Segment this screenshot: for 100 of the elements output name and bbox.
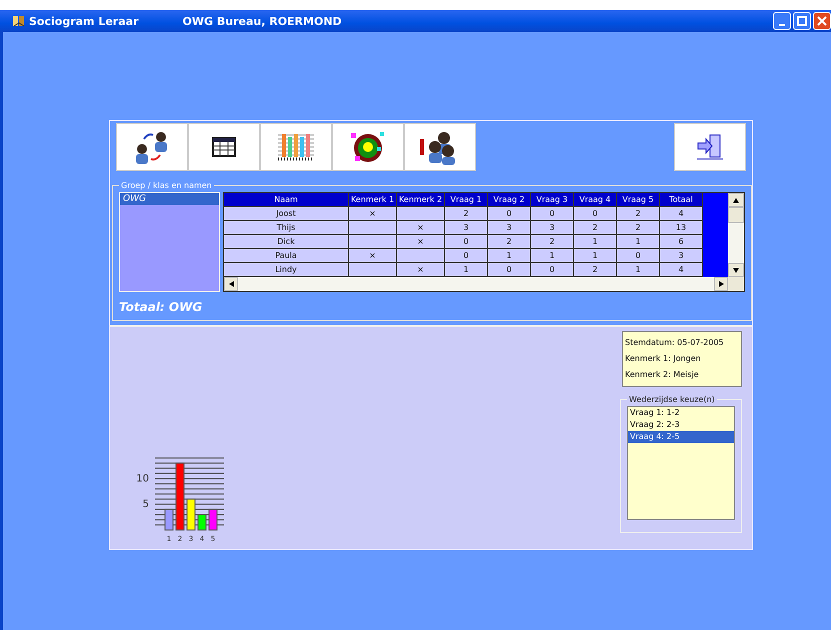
table-cell: 0 <box>574 207 617 221</box>
table-cell: 0 <box>445 249 488 263</box>
scrollbar-corner <box>728 277 744 291</box>
toolbar-button[interactable] <box>116 123 188 171</box>
table-cell: 1 <box>617 235 660 249</box>
bar-chart-icon <box>278 131 314 163</box>
table-icon <box>212 137 236 157</box>
table-cell: 0 <box>617 249 660 263</box>
table-cell: 1 <box>617 263 660 277</box>
mutual-list[interactable]: Vraag 1: 1-2 Vraag 2: 2-3 Vraag 4: 2-5 <box>627 406 735 520</box>
axis-label: 5 <box>142 499 149 510</box>
column-header[interactable]: Totaal <box>660 193 703 207</box>
table-cell: 2 <box>574 263 617 277</box>
table-cell: 0 <box>531 207 574 221</box>
table-cell: × <box>397 221 445 235</box>
table-cell: × <box>349 249 397 263</box>
bar <box>176 462 184 530</box>
down-arrow-icon <box>733 268 739 272</box>
table-cell: 2 <box>445 207 488 221</box>
toolbar-button[interactable] <box>404 123 476 171</box>
column-header[interactable]: Vraag 5 <box>617 193 660 207</box>
table-cell: 3 <box>488 221 531 235</box>
axis-label: 10 <box>136 473 149 484</box>
target-icon <box>350 130 386 164</box>
table-cell: 1 <box>531 249 574 263</box>
toolbar-button[interactable] <box>188 123 260 171</box>
mutual-item[interactable]: Vraag 4: 2-5 <box>628 431 734 443</box>
bar <box>186 498 196 530</box>
table-cell: 1 <box>488 249 531 263</box>
table-cell: 0 <box>488 207 531 221</box>
app-icon <box>12 14 26 28</box>
close-button[interactable] <box>813 12 831 30</box>
group-legend: Groep / klas en namen <box>119 181 214 190</box>
table-cell: × <box>349 207 397 221</box>
table-cell: 0 <box>488 263 531 277</box>
class-list[interactable]: OWG <box>119 192 220 292</box>
info-line: Stemdatum: 05-07-2005 <box>625 337 725 349</box>
group-total: Totaal: OWG <box>119 300 204 314</box>
table-cell: 3 <box>660 249 703 263</box>
column-header[interactable]: Vraag 3 <box>531 193 574 207</box>
table-cell: 13 <box>660 221 703 235</box>
vertical-scrollbar[interactable] <box>728 193 744 291</box>
toolbar-button[interactable] <box>332 123 404 171</box>
class-item[interactable]: OWG <box>120 193 219 205</box>
table-cell: × <box>397 263 445 277</box>
table-cell: 2 <box>488 235 531 249</box>
table-cell: 4 <box>660 263 703 277</box>
table-cell: 2 <box>617 221 660 235</box>
column-header[interactable]: Naam <box>224 193 349 207</box>
close-icon <box>817 16 827 26</box>
exit-button[interactable] <box>674 123 746 171</box>
table-cell: 0 <box>445 235 488 249</box>
mutual-item[interactable]: Vraag 2: 2-3 <box>628 419 734 431</box>
column-header[interactable]: Vraag 1 <box>445 193 488 207</box>
table-cell: 6 <box>660 235 703 249</box>
door-exit-icon <box>695 132 725 162</box>
table-cell: 1 <box>445 263 488 277</box>
table-cell <box>349 221 397 235</box>
column-header[interactable]: Kenmerk 1 <box>349 193 397 207</box>
scroll-thumb[interactable] <box>728 207 744 223</box>
table-cell: 3 <box>531 221 574 235</box>
table-cell: Thijs <box>224 221 349 235</box>
table-cell: Lindy <box>224 263 349 277</box>
table-cell: 2 <box>531 235 574 249</box>
horizontal-scrollbar[interactable] <box>224 277 728 291</box>
bar <box>208 508 218 530</box>
minimize-icon <box>779 24 785 26</box>
table-cell <box>397 249 445 263</box>
window-title: Sociogram Leraar <box>29 14 139 28</box>
table-cell: Paula <box>224 249 349 263</box>
column-header[interactable]: Vraag 4 <box>574 193 617 207</box>
mutual-item[interactable]: Vraag 1: 1-2 <box>628 407 734 419</box>
table-cell: Joost <box>224 207 349 221</box>
minimize-button[interactable] <box>773 12 791 30</box>
scroll-right-button[interactable] <box>714 277 728 291</box>
table-cell: 2 <box>574 221 617 235</box>
scroll-up-button[interactable] <box>728 193 744 207</box>
table-cell: 1 <box>574 235 617 249</box>
bar <box>198 514 206 530</box>
mutual-legend: Wederzijdse keuze(n) <box>627 395 717 404</box>
table-cell: × <box>397 235 445 249</box>
maximize-icon <box>797 16 807 26</box>
up-arrow-icon <box>733 198 739 202</box>
table-cell: 0 <box>531 263 574 277</box>
scroll-down-button[interactable] <box>728 263 744 277</box>
table-cell: Dick <box>224 235 349 249</box>
info-line: Kenmerk 1: Jongen <box>625 353 702 365</box>
right-arrow-icon <box>718 281 724 287</box>
table-cell: 4 <box>660 207 703 221</box>
table-cell: 2 <box>617 207 660 221</box>
info-line: Kenmerk 2: Meisje <box>625 369 700 381</box>
maximize-button[interactable] <box>793 12 811 30</box>
table-cell: 3 <box>445 221 488 235</box>
bar <box>164 508 174 530</box>
table-cell <box>349 263 397 277</box>
table-cell: 1 <box>574 249 617 263</box>
column-header[interactable]: Vraag 2 <box>488 193 531 207</box>
column-header[interactable]: Kenmerk 2 <box>397 193 445 207</box>
window-subtitle: OWG Bureau, ROERMOND <box>182 14 342 28</box>
scroll-left-button[interactable] <box>224 277 238 291</box>
